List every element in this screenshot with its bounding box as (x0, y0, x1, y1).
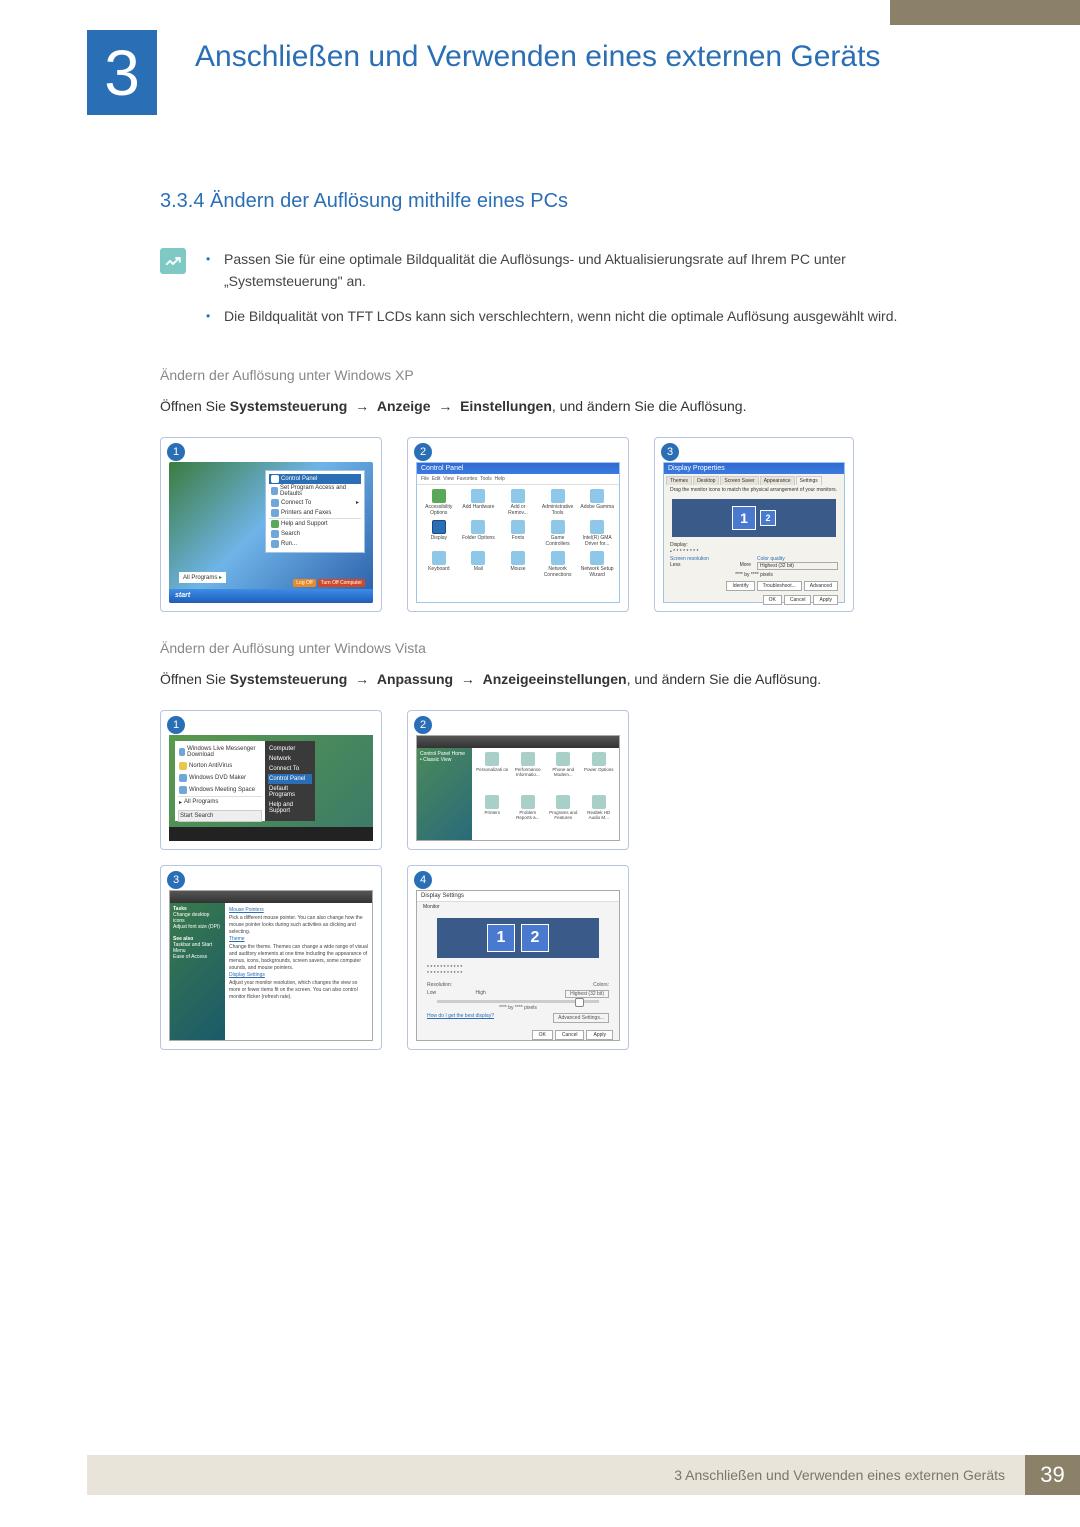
section-title: Ändern der Auflösung mithilfe eines PCs (210, 190, 568, 212)
xp-display-properties: Display Properties ThemesDesktopScreen S… (663, 462, 845, 603)
xp-screenshot-2: 2 Control Panel File Edit View Favorites… (407, 437, 629, 612)
vista-screenshot-row-1: 1 Windows Live Messenger Download Norton… (160, 710, 940, 850)
arrow-icon: → (355, 671, 369, 687)
step-badge-1: 1 (167, 716, 185, 734)
section-number: 3.3.4 (160, 190, 204, 212)
chapter-title: Anschließen und Verwenden eines externen… (195, 40, 880, 73)
arrow-icon: → (355, 398, 369, 414)
step-badge-3: 3 (661, 443, 679, 461)
chapter-number-badge: 3 (87, 30, 157, 115)
vista-screenshot-row-2: 3 Tasks Change desktop icons Adjust font… (160, 865, 940, 1050)
content-area: 3.3.4 Ändern der Auflösung mithilfe eine… (160, 190, 940, 1060)
xp-screenshot-3: 3 Display Properties ThemesDesktopScreen… (654, 437, 854, 612)
vista-personalization: Tasks Change desktop icons Adjust font s… (169, 890, 373, 1041)
arrow-icon: → (438, 398, 452, 414)
step-badge-3: 3 (167, 871, 185, 889)
xp-control-panel: Control Panel File Edit View Favorites T… (416, 462, 620, 603)
note-list: Passen Sie für eine optimale Bildqualitä… (206, 248, 940, 339)
step-badge-1: 1 (167, 443, 185, 461)
xp-subheading: Ändern der Auflösung unter Windows XP (160, 367, 940, 383)
xp-start-menu: Control Panel Set Program Access and Def… (265, 470, 365, 553)
document-page: 3 Anschließen und Verwenden eines extern… (0, 0, 1080, 1527)
vista-desktop: Windows Live Messenger Download Norton A… (169, 735, 373, 841)
xp-start-button: start (169, 589, 373, 603)
vista-screenshot-1: 1 Windows Live Messenger Download Norton… (160, 710, 382, 850)
step-badge-2: 2 (414, 443, 432, 461)
note-icon (160, 248, 186, 274)
note-bullet-1: Passen Sie für eine optimale Bildqualitä… (206, 248, 940, 293)
footer-page-number: 39 (1025, 1455, 1080, 1495)
note-block: Passen Sie für eine optimale Bildqualitä… (160, 248, 940, 339)
step-badge-2: 2 (414, 716, 432, 734)
arrow-icon: → (461, 671, 475, 687)
vista-screenshot-3: 3 Tasks Change desktop icons Adjust font… (160, 865, 382, 1050)
vista-instruction: Öffnen Sie Systemsteuerung → Anpassung →… (160, 668, 940, 692)
vista-subheading: Ändern der Auflösung unter Windows Vista (160, 640, 940, 656)
note-bullet-2: Die Bildqualität von TFT LCDs kann sich … (206, 305, 940, 327)
vista-display-settings: Display Settings Monitor 1 2 * * * * * *… (416, 890, 620, 1041)
xp-screenshot-1: 1 Control Panel Set Program Access and D… (160, 437, 382, 612)
header-accent-bar (890, 0, 1080, 25)
chapter-number: 3 (104, 36, 140, 110)
footer-chapter-label: 3 Anschließen und Verwenden eines extern… (87, 1455, 1025, 1495)
vista-screenshot-2: 2 Control Panel Home • Classic View Pers… (407, 710, 629, 850)
xp-desktop: Control Panel Set Program Access and Def… (169, 462, 373, 603)
vista-screenshot-4: 4 Display Settings Monitor 1 2 * * * * *… (407, 865, 629, 1050)
page-footer: 3 Anschließen und Verwenden eines extern… (87, 1455, 1080, 1495)
xp-instruction: Öffnen Sie Systemsteuerung → Anzeige → E… (160, 395, 940, 419)
section-heading: 3.3.4 Ändern der Auflösung mithilfe eine… (160, 190, 940, 213)
vista-control-panel: Control Panel Home • Classic View Person… (416, 735, 620, 841)
step-badge-4: 4 (414, 871, 432, 889)
xp-screenshot-row: 1 Control Panel Set Program Access and D… (160, 437, 940, 612)
